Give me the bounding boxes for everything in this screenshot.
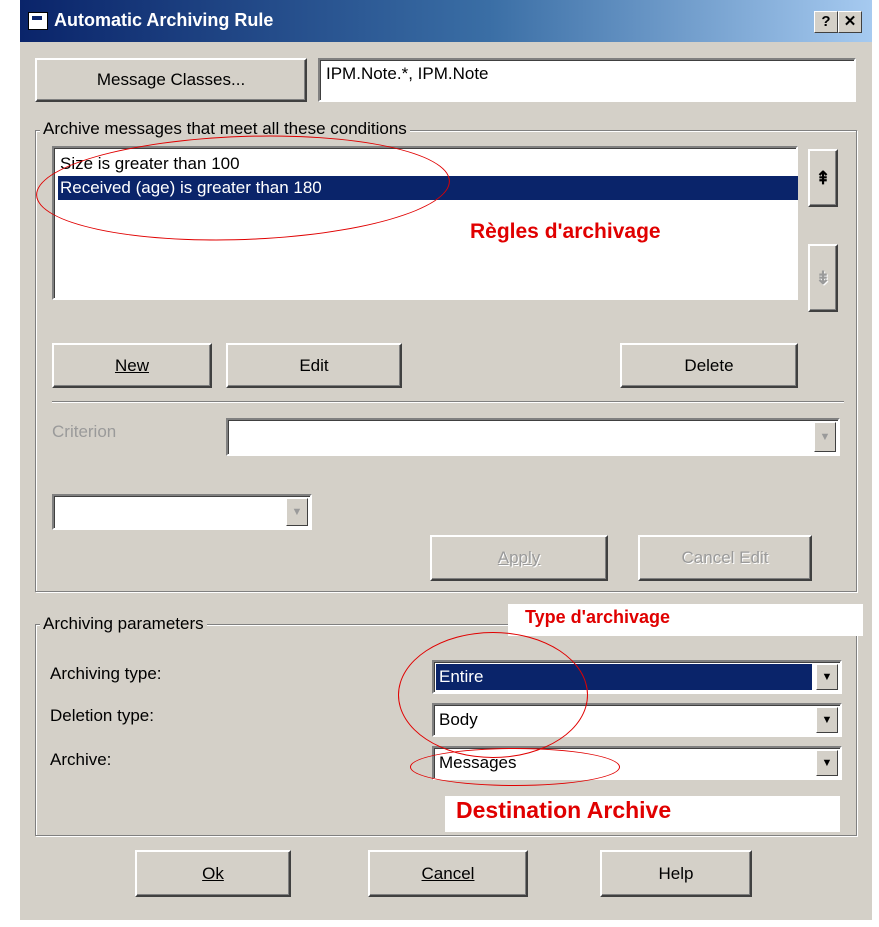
move-up-icon: ⇞ [815,167,831,188]
ok-button[interactable]: Ok [135,850,291,897]
annotation-destination: Destination Archive [456,797,672,823]
apply-button[interactable]: Apply [430,535,608,581]
move-up-button[interactable]: ⇞ [808,149,838,207]
archiving-type-dropdown[interactable]: Entire ▼ [432,660,842,694]
close-icon: ✕ [843,13,857,30]
conditions-group-label: Archive messages that meet all these con… [40,119,410,139]
cancel-edit-button-label: Cancel Edit [681,548,769,567]
help-caption-button[interactable]: ? [814,11,838,33]
archive-label: Archive: [50,750,112,769]
move-down-button[interactable]: ⇟ [808,244,838,312]
archiving-type-value: Entire [436,664,812,690]
deletion-type-value: Body [439,710,478,729]
operator-dropdown[interactable]: ▼ [52,494,312,530]
help-button-label: Help [658,863,694,883]
edit-button[interactable]: Edit [226,343,402,388]
cancel-button[interactable]: Cancel [368,850,528,897]
apply-button-label: Apply [497,548,541,567]
archive-dropdown[interactable]: Messages ▼ [432,746,842,780]
chevron-down-icon[interactable]: ▼ [816,664,838,690]
message-classes-field[interactable]: IPM.Note.*, IPM.Note [318,58,856,102]
title-bar[interactable]: Automatic Archiving Rule ? ✕ [20,0,872,42]
cancel-edit-button[interactable]: Cancel Edit [638,535,812,581]
chevron-down-icon[interactable]: ▼ [816,707,838,733]
chevron-down-icon[interactable]: ▼ [814,422,836,452]
deletion-type-label: Deletion type: [50,706,154,725]
criterion-label: Criterion [52,422,117,441]
close-button[interactable]: ✕ [838,11,862,33]
message-classes-value: IPM.Note.*, IPM.Note [326,64,489,83]
list-item[interactable]: Size is greater than 100 [58,152,798,176]
edit-button-label: Edit [299,355,329,375]
criterion-dropdown[interactable]: ▼ [226,418,840,456]
delete-button-label: Delete [684,355,734,375]
help-button[interactable]: Help [600,850,752,897]
separator [52,401,844,403]
window-icon [28,12,48,30]
deletion-type-dropdown[interactable]: Body ▼ [432,703,842,737]
annotation-type: Type d'archivage [525,607,671,627]
dialog-window: Automatic Archiving Rule ? ✕ Message Cla… [20,0,872,920]
message-classes-label: Message Classes... [96,70,246,89]
archive-value: Messages [439,753,517,772]
archiving-type-label: Archiving type: [50,664,162,683]
cancel-button-label: Cancel [421,863,475,883]
new-button[interactable]: New [52,343,212,388]
message-classes-button[interactable]: Message Classes... [35,58,307,102]
conditions-list[interactable]: Size is greater than 100 Received (age) … [52,146,798,300]
annotation-rules: Règles d'archivage [470,220,661,243]
window-title: Automatic Archiving Rule [54,10,274,30]
list-item-selected[interactable]: Received (age) is greater than 180 [58,176,798,200]
chevron-down-icon[interactable]: ▼ [816,750,838,776]
parameters-group-label: Archiving parameters [40,614,207,634]
ok-button-label: Ok [202,863,224,883]
move-down-icon: ⇟ [815,267,831,288]
delete-button[interactable]: Delete [620,343,798,388]
new-button-label: New [114,355,149,375]
chevron-down-icon[interactable]: ▼ [286,498,308,526]
